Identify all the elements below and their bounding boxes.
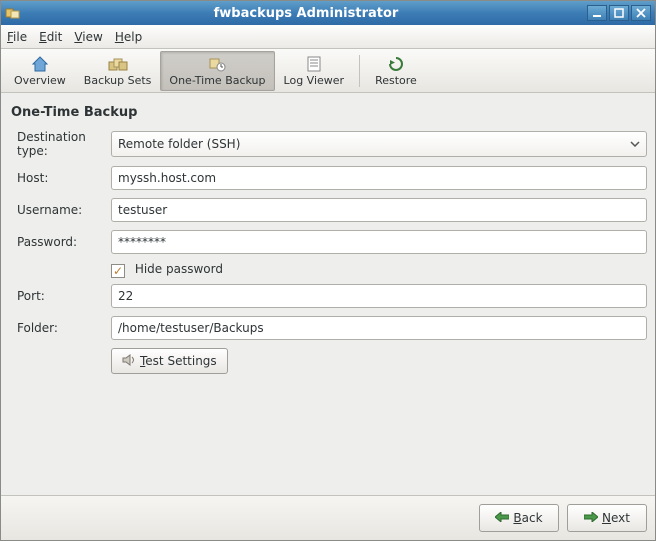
destination-type-value: Remote folder (SSH) bbox=[118, 137, 240, 151]
toolbar-log-viewer[interactable]: Log Viewer bbox=[275, 51, 354, 91]
destination-type-label: Destination type: bbox=[9, 130, 111, 158]
restore-icon bbox=[387, 55, 405, 73]
test-settings-label: est Settings bbox=[145, 354, 216, 368]
speaker-icon bbox=[122, 354, 136, 369]
password-input[interactable]: ******** bbox=[111, 230, 647, 254]
log-icon bbox=[307, 55, 321, 73]
toolbar: Overview Backup Sets One-Ti bbox=[1, 49, 655, 93]
toolbar-separator bbox=[359, 55, 360, 87]
one-time-backup-icon bbox=[208, 55, 226, 73]
password-label: Password: bbox=[9, 235, 111, 249]
window-title: fwbackups Administrator bbox=[27, 6, 585, 21]
toolbar-label: Restore bbox=[375, 74, 417, 87]
content-area: One-Time Backup Destination type: Remote… bbox=[1, 93, 655, 495]
folder-input[interactable]: /home/testuser/Backups bbox=[111, 316, 647, 340]
port-label: Port: bbox=[9, 289, 111, 303]
maximize-button[interactable] bbox=[609, 5, 629, 21]
menu-view[interactable]: View bbox=[74, 30, 102, 44]
menu-file[interactable]: File bbox=[7, 30, 27, 44]
toolbar-label: Overview bbox=[14, 74, 66, 87]
folder-label: Folder: bbox=[9, 321, 111, 335]
username-input[interactable]: testuser bbox=[111, 198, 647, 222]
sets-icon bbox=[108, 55, 128, 73]
app-icon bbox=[5, 5, 21, 21]
next-button[interactable]: Next bbox=[567, 504, 647, 532]
toolbar-restore[interactable]: Restore bbox=[366, 51, 426, 91]
home-icon bbox=[31, 55, 49, 73]
toolbar-one-time-backup[interactable]: One-Time Backup bbox=[160, 51, 274, 91]
toolbar-overview[interactable]: Overview bbox=[5, 51, 75, 91]
destination-type-combo[interactable]: Remote folder (SSH) bbox=[111, 131, 647, 157]
host-input[interactable]: myssh.host.com bbox=[111, 166, 647, 190]
test-settings-button[interactable]: Test Settings bbox=[111, 348, 228, 374]
hide-password-checkbox[interactable] bbox=[111, 264, 125, 278]
toolbar-backup-sets[interactable]: Backup Sets bbox=[75, 51, 161, 91]
page-heading: One-Time Backup bbox=[11, 105, 647, 120]
back-button[interactable]: Back bbox=[479, 504, 559, 532]
toolbar-label: Backup Sets bbox=[84, 74, 152, 87]
hide-password-label: Hide password bbox=[135, 262, 223, 276]
port-input[interactable]: 22 bbox=[111, 284, 647, 308]
wizard-nav: Back Next bbox=[1, 495, 655, 540]
titlebar: fwbackups Administrator bbox=[1, 1, 655, 25]
close-button[interactable] bbox=[631, 5, 651, 21]
menu-edit[interactable]: Edit bbox=[39, 30, 62, 44]
host-label: Host: bbox=[9, 171, 111, 185]
arrow-left-icon bbox=[495, 511, 509, 525]
menubar: File Edit View Help bbox=[1, 25, 655, 49]
username-label: Username: bbox=[9, 203, 111, 217]
toolbar-label: One-Time Backup bbox=[169, 74, 265, 87]
menu-help[interactable]: Help bbox=[115, 30, 142, 44]
toolbar-label: Log Viewer bbox=[284, 74, 345, 87]
chevron-down-icon bbox=[630, 139, 640, 150]
arrow-right-icon bbox=[584, 511, 598, 525]
minimize-button[interactable] bbox=[587, 5, 607, 21]
